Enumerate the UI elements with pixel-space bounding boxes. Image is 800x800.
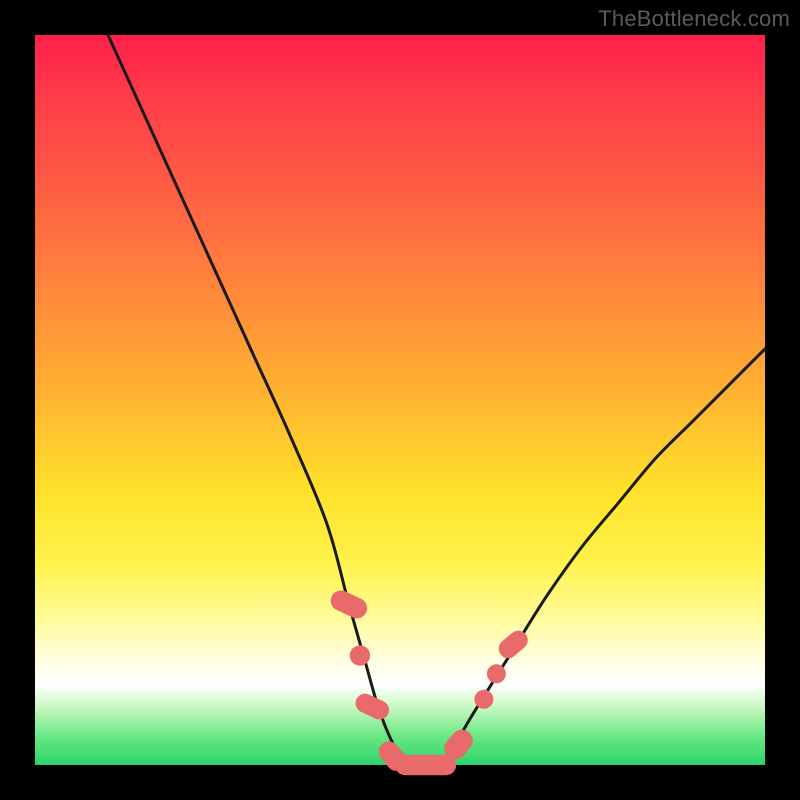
marker-pill-0: [327, 587, 370, 622]
markers-group: [327, 587, 531, 775]
marker-pill-8: [495, 627, 532, 662]
marker-circle-1: [350, 645, 370, 665]
curve-svg: [35, 35, 765, 765]
marker-circle-7: [487, 664, 506, 683]
bottleneck-curve: [108, 35, 765, 767]
marker-circle-6: [474, 690, 493, 709]
plot-area: [35, 35, 765, 765]
watermark-text: TheBottleneck.com: [598, 6, 790, 32]
chart-frame: TheBottleneck.com: [0, 0, 800, 800]
marker-pill-4: [395, 755, 456, 775]
marker-pill-2: [352, 691, 392, 723]
